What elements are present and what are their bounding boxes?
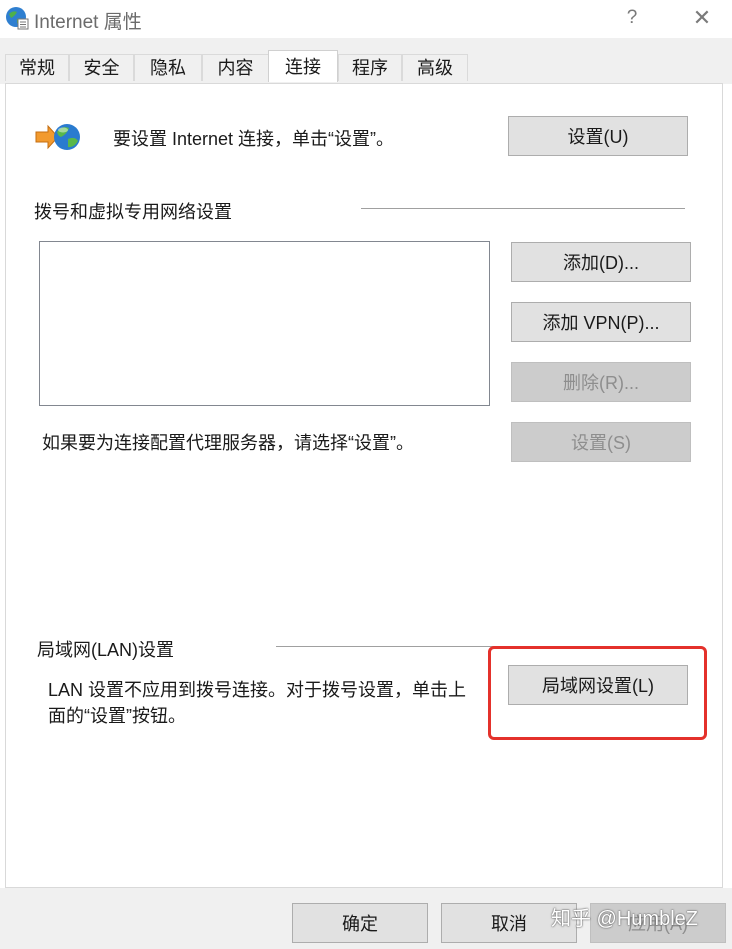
ok-button-label: 确定 bbox=[342, 914, 378, 934]
setup-instruction: 要设置 Internet 连接，单击“设置”。 bbox=[113, 129, 395, 149]
lan-heading: 局域网(LAN)设置 bbox=[37, 640, 175, 660]
lan-description-line2: 面的“设置”按钮。 bbox=[48, 706, 186, 726]
dialup-separator bbox=[361, 208, 685, 209]
add-button-label: 添加(D)... bbox=[563, 253, 639, 273]
tab-security[interactable]: 安全 bbox=[69, 54, 134, 81]
connections-list[interactable] bbox=[39, 241, 490, 406]
remove-button[interactable]: 删除(R)... bbox=[511, 362, 691, 402]
lan-description-line1: LAN 设置不应用到拨号连接。对于拨号设置，单击上 bbox=[48, 680, 467, 700]
close-button[interactable]: ✕ bbox=[688, 5, 716, 31]
highlight-annotation-box bbox=[488, 646, 707, 740]
setup-button-label: 设置(U) bbox=[567, 127, 629, 147]
ok-button[interactable]: 确定 bbox=[292, 903, 428, 943]
tab-privacy[interactable]: 隐私 bbox=[134, 54, 202, 81]
help-button[interactable]: ? bbox=[620, 5, 644, 31]
connection-settings-label: 设置(S) bbox=[571, 433, 631, 453]
window-title: Internet 属性 bbox=[34, 12, 142, 33]
tab-advanced[interactable]: 高级 bbox=[402, 54, 468, 81]
connection-settings-button[interactable]: 设置(S) bbox=[511, 422, 691, 462]
tab-programs[interactable]: 程序 bbox=[338, 54, 402, 81]
add-vpn-button-label: 添加 VPN(P)... bbox=[542, 313, 660, 333]
tab-connections[interactable]: 连接 bbox=[268, 50, 338, 82]
add-vpn-button[interactable]: 添加 VPN(P)... bbox=[511, 302, 691, 342]
internet-options-icon bbox=[5, 6, 29, 30]
remove-button-label: 删除(R)... bbox=[563, 373, 639, 393]
tab-general[interactable]: 常规 bbox=[5, 54, 69, 81]
internet-setup-icon bbox=[34, 120, 82, 156]
watermark: 知乎 @HumbleZ bbox=[551, 908, 698, 930]
proxy-instruction: 如果要为连接配置代理服务器，请选择“设置”。 bbox=[42, 433, 414, 453]
tab-content[interactable]: 内容 bbox=[202, 54, 269, 81]
cancel-button-label: 取消 bbox=[491, 914, 527, 934]
add-connection-button[interactable]: 添加(D)... bbox=[511, 242, 691, 282]
tab-strip: 常规 安全 隐私 内容 连接 程序 高级 bbox=[0, 38, 732, 84]
dialup-heading: 拨号和虚拟专用网络设置 bbox=[34, 202, 232, 222]
setup-button[interactable]: 设置(U) bbox=[508, 116, 688, 156]
